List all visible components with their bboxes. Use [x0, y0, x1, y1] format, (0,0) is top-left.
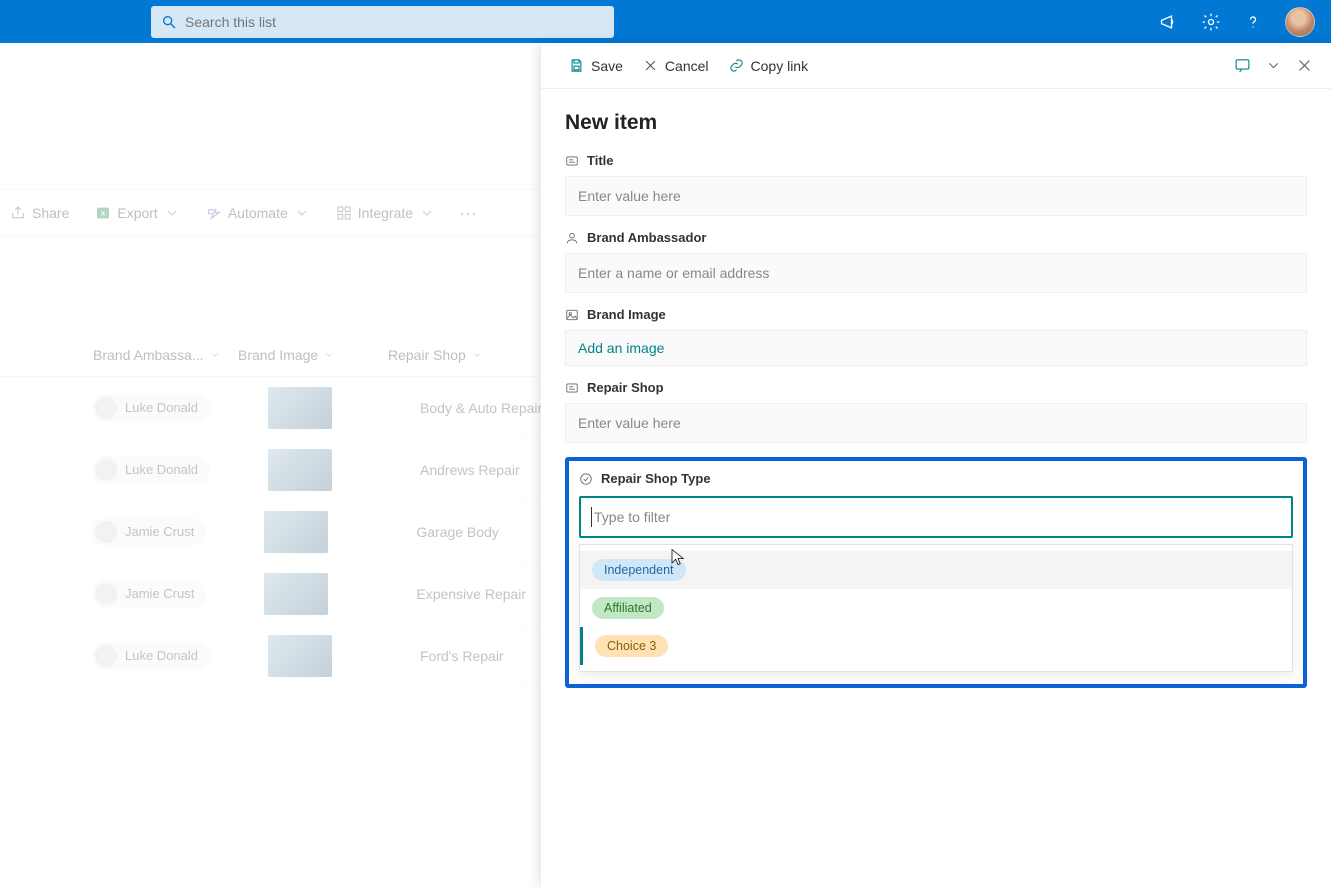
person-name: Jamie Crust	[125, 524, 194, 539]
help-icon[interactable]	[1243, 12, 1263, 32]
shop-cell: Andrews Repair	[420, 462, 520, 478]
option-pill: Choice 3	[595, 635, 668, 657]
shop-type-dropdown: Independent Affiliated Choice 3	[579, 544, 1293, 672]
shop-cell: Ford's Repair	[420, 648, 504, 664]
automate-label: Automate	[228, 205, 288, 221]
person-pill: Jamie Crust	[92, 518, 206, 546]
image-icon	[565, 308, 579, 322]
overflow-menu[interactable]: ···	[451, 203, 485, 224]
chevron-down-icon	[324, 350, 334, 360]
add-image-link[interactable]: Add an image	[565, 330, 1307, 366]
chevron-down-icon	[419, 205, 435, 221]
person-name: Luke Donald	[125, 648, 198, 663]
feedback-icon[interactable]	[1234, 57, 1251, 74]
avatar	[95, 459, 117, 481]
share-label: Share	[32, 205, 69, 221]
person-pill: Luke Donald	[92, 642, 210, 670]
shop-cell: Garage Body	[416, 524, 499, 540]
share-button[interactable]: Share	[0, 199, 79, 227]
copy-link-label: Copy link	[751, 58, 809, 74]
ambassador-placeholder: Enter a name or email address	[578, 265, 769, 281]
automate-button[interactable]: Automate	[196, 199, 320, 227]
avatar	[95, 583, 117, 605]
svg-text:X: X	[101, 211, 106, 218]
export-label: Export	[117, 205, 157, 221]
new-item-panel: Save Cancel Copy link New item Title Ent…	[541, 43, 1331, 888]
person-name: Luke Donald	[125, 462, 198, 477]
option-pill: Independent	[592, 559, 686, 581]
panel-toolbar: Save Cancel Copy link	[541, 43, 1331, 89]
integrate-button[interactable]: Integrate	[326, 199, 445, 227]
shop-type-highlight: Repair Shop Type Type to filter Independ…	[565, 457, 1307, 688]
person-name: Jamie Crust	[125, 586, 194, 601]
person-name: Luke Donald	[125, 400, 198, 415]
chevron-down-icon[interactable]	[1265, 57, 1282, 74]
field-shop: Repair Shop Enter value here	[565, 380, 1307, 443]
brand-image-thumbnail	[268, 635, 332, 677]
chevron-down-icon	[164, 205, 180, 221]
field-ambassador: Brand Ambassador Enter a name or email a…	[565, 230, 1307, 293]
ambassador-input[interactable]: Enter a name or email address	[565, 253, 1307, 293]
title-input[interactable]: Enter value here	[565, 176, 1307, 216]
brand-image-thumbnail	[268, 449, 332, 491]
shop-type-option[interactable]: Independent	[580, 551, 1292, 589]
chevron-down-icon	[210, 350, 220, 360]
col-image[interactable]: Brand Image	[238, 347, 388, 363]
person-pill: Luke Donald	[92, 456, 210, 484]
person-pill: Jamie Crust	[92, 580, 206, 608]
shop-input[interactable]: Enter value here	[565, 403, 1307, 443]
col-ambassador-label: Brand Ambassa...	[93, 347, 204, 363]
brand-image-thumbnail	[264, 573, 328, 615]
text-icon	[565, 154, 579, 168]
field-title-label: Title	[587, 153, 614, 168]
search-icon	[161, 14, 177, 30]
shop-placeholder: Enter value here	[578, 415, 681, 431]
field-title: Title Enter value here	[565, 153, 1307, 216]
brand-image-thumbnail	[268, 387, 332, 429]
avatar	[95, 397, 117, 419]
export-button[interactable]: X Export	[85, 199, 189, 227]
choice-icon	[579, 472, 593, 486]
field-image-label: Brand Image	[587, 307, 666, 322]
search-input[interactable]	[185, 14, 604, 30]
shop-type-option[interactable]: Affiliated	[580, 589, 1292, 627]
chevron-down-icon	[294, 205, 310, 221]
title-placeholder: Enter value here	[578, 188, 681, 204]
shop-cell: Expensive Repair	[416, 586, 526, 602]
save-button[interactable]: Save	[559, 52, 633, 80]
col-shop-label: Repair Shop	[388, 347, 466, 363]
text-icon	[565, 381, 579, 395]
col-shop[interactable]: Repair Shop	[388, 347, 558, 363]
integrate-label: Integrate	[358, 205, 413, 221]
person-icon	[565, 231, 579, 245]
close-icon[interactable]	[1296, 57, 1313, 74]
megaphone-icon[interactable]	[1159, 12, 1179, 32]
field-ambassador-label: Brand Ambassador	[587, 230, 706, 245]
avatar	[95, 645, 117, 667]
avatar	[95, 521, 117, 543]
gear-icon[interactable]	[1201, 12, 1221, 32]
field-shop-type-label: Repair Shop Type	[601, 471, 711, 486]
option-pill: Affiliated	[592, 597, 664, 619]
chevron-down-icon	[472, 350, 482, 360]
suite-bar	[0, 0, 1331, 43]
shop-type-placeholder: Type to filter	[594, 509, 670, 525]
shop-type-input[interactable]: Type to filter	[579, 496, 1293, 538]
person-pill: Luke Donald	[92, 394, 210, 422]
field-shop-label: Repair Shop	[587, 380, 664, 395]
field-image: Brand Image Add an image	[565, 307, 1307, 366]
panel-title: New item	[565, 111, 1307, 135]
col-image-label: Brand Image	[238, 347, 318, 363]
shop-cell: Body & Auto Repair	[420, 400, 542, 416]
search-box[interactable]	[151, 6, 614, 38]
col-ambassador[interactable]: Brand Ambassa...	[93, 347, 238, 363]
cancel-label: Cancel	[665, 58, 709, 74]
user-avatar[interactable]	[1285, 7, 1315, 37]
cancel-button[interactable]: Cancel	[633, 52, 719, 80]
shop-type-option[interactable]: Choice 3	[580, 627, 1292, 665]
save-label: Save	[591, 58, 623, 74]
brand-image-thumbnail	[264, 511, 328, 553]
copy-link-button[interactable]: Copy link	[719, 52, 819, 80]
